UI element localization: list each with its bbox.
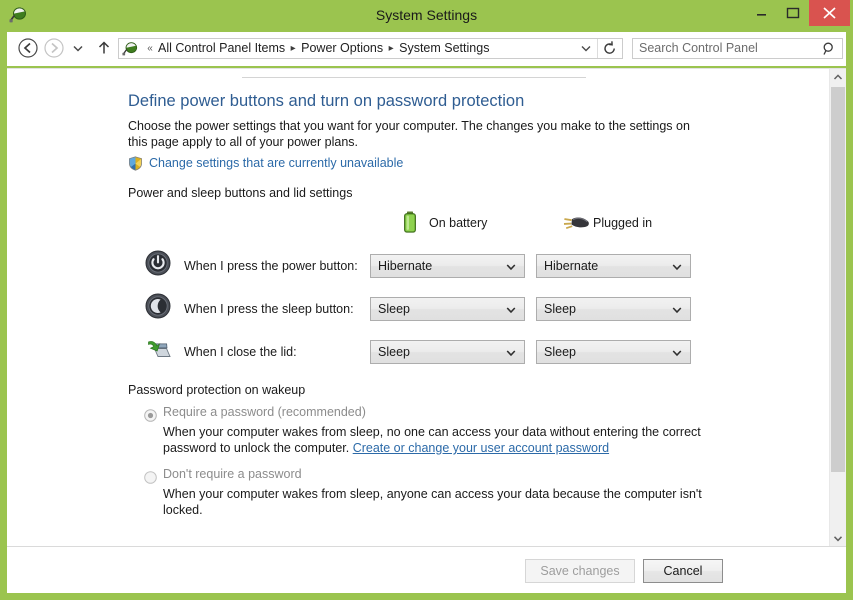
section-header-password-protection: Password protection on wakeup bbox=[128, 383, 306, 397]
section-header-power-sleep-lid: Power and sleep buttons and lid settings bbox=[128, 186, 353, 200]
breadcrumb-separator[interactable]: ▸ bbox=[285, 39, 301, 58]
address-dropdown-button[interactable] bbox=[576, 39, 596, 58]
chevron-down-icon bbox=[671, 303, 683, 315]
refresh-button[interactable] bbox=[597, 39, 622, 58]
sleep-button-icon bbox=[145, 293, 171, 319]
breadcrumb-item-all-control-panel-items[interactable]: All Control Panel Items bbox=[158, 39, 285, 58]
radio-description-dont-require-password: When your computer wakes from sleep, any… bbox=[163, 487, 702, 517]
dropdown-power-button-on-battery[interactable]: Hibernate bbox=[370, 254, 525, 278]
maximize-button[interactable] bbox=[777, 0, 808, 26]
chevron-down-icon bbox=[73, 45, 83, 52]
chevron-down-icon bbox=[671, 260, 683, 272]
breadcrumb-item-system-settings[interactable]: System Settings bbox=[399, 39, 489, 58]
title-bar: System Settings bbox=[0, 0, 853, 30]
chevron-down-icon bbox=[671, 346, 683, 358]
minimize-button[interactable] bbox=[746, 0, 777, 26]
dropdown-value: Sleep bbox=[378, 345, 410, 359]
close-button[interactable] bbox=[809, 0, 850, 26]
chevron-down-icon bbox=[581, 46, 591, 52]
system-settings-window: System Settings « All Control Panel Item… bbox=[0, 0, 853, 600]
breadcrumb: «All Control Panel Items ▸ Power Options ▸ S… bbox=[142, 39, 489, 58]
cancel-button[interactable]: Cancel bbox=[643, 559, 723, 583]
power-options-icon bbox=[122, 41, 138, 57]
window-title: System Settings bbox=[375, 7, 478, 23]
dropdown-sleep-button-on-battery[interactable]: Sleep bbox=[370, 297, 525, 321]
breadcrumb-separator[interactable]: ▸ bbox=[383, 39, 399, 58]
radio-description-require-password: When your computer wakes from sleep, no … bbox=[163, 424, 703, 456]
setting-label-power-button: When I press the power button: bbox=[184, 259, 358, 273]
back-button[interactable] bbox=[16, 36, 40, 60]
intro-text: Choose the power settings that you want … bbox=[128, 119, 690, 149]
dropdown-value: Hibernate bbox=[544, 259, 599, 273]
radio-label-dont-require-password: Don't require a password bbox=[163, 467, 302, 481]
chevron-up-icon bbox=[833, 74, 843, 80]
power-plug-icon bbox=[559, 214, 591, 234]
save-changes-button[interactable]: Save changes bbox=[525, 559, 635, 583]
forward-arrow-icon bbox=[44, 38, 64, 58]
forward-button bbox=[42, 36, 66, 60]
breadcrumb-overflow[interactable]: « bbox=[142, 39, 158, 58]
recent-locations-button[interactable] bbox=[70, 36, 86, 60]
dropdown-value: Hibernate bbox=[378, 259, 433, 273]
up-arrow-icon bbox=[98, 41, 110, 54]
search-input[interactable] bbox=[639, 39, 809, 58]
close-icon bbox=[823, 7, 836, 19]
power-button-icon bbox=[145, 250, 171, 276]
back-arrow-icon bbox=[18, 38, 38, 58]
scrollbar-thumb[interactable] bbox=[831, 87, 845, 472]
footer-bar: Save changes Cancel bbox=[7, 546, 846, 593]
radio-require-password[interactable] bbox=[144, 409, 157, 422]
search-icon[interactable] bbox=[822, 41, 837, 56]
chevron-down-icon bbox=[505, 260, 517, 272]
radio-label-require-password: Require a password (recommended) bbox=[163, 405, 366, 419]
scroll-down-button[interactable] bbox=[830, 530, 846, 546]
setting-label-close-lid: When I close the lid: bbox=[184, 345, 297, 359]
shield-icon bbox=[128, 156, 143, 171]
create-change-password-link[interactable]: Create or change your user account passw… bbox=[353, 441, 609, 455]
page-title: Define power buttons and turn on passwor… bbox=[128, 92, 525, 110]
chevron-down-icon bbox=[505, 346, 517, 358]
maximize-icon bbox=[786, 7, 800, 19]
dropdown-close-lid-on-battery[interactable]: Sleep bbox=[370, 340, 525, 364]
column-header-on-battery: On battery bbox=[429, 216, 488, 230]
up-one-level-button[interactable] bbox=[94, 36, 114, 60]
dropdown-power-button-plugged-in[interactable]: Hibernate bbox=[536, 254, 691, 278]
refresh-icon bbox=[604, 41, 615, 54]
chevron-down-icon bbox=[505, 303, 517, 315]
chevron-down-icon bbox=[833, 536, 843, 542]
setting-label-sleep-button: When I press the sleep button: bbox=[184, 302, 354, 316]
scroll-up-button[interactable] bbox=[830, 69, 846, 86]
change-unavailable-settings-link[interactable]: Change settings that are currently unava… bbox=[149, 155, 403, 172]
battery-icon bbox=[399, 210, 421, 234]
search-box[interactable] bbox=[632, 38, 843, 59]
section-divider bbox=[242, 77, 586, 78]
dropdown-close-lid-plugged-in[interactable]: Sleep bbox=[536, 340, 691, 364]
content-pane: Define power buttons and turn on passwor… bbox=[7, 68, 846, 546]
laptop-lid-icon bbox=[145, 336, 171, 362]
dropdown-value: Sleep bbox=[544, 345, 576, 359]
dropdown-value: Sleep bbox=[378, 302, 410, 316]
minimize-icon bbox=[757, 14, 766, 16]
dropdown-sleep-button-plugged-in[interactable]: Sleep bbox=[536, 297, 691, 321]
vertical-scrollbar[interactable] bbox=[829, 69, 846, 546]
navigation-bar: «All Control Panel Items ▸ Power Options ▸ S… bbox=[7, 32, 846, 66]
radio-dont-require-password[interactable] bbox=[144, 471, 157, 484]
dropdown-value: Sleep bbox=[544, 302, 576, 316]
column-header-plugged-in: Plugged in bbox=[593, 216, 653, 230]
breadcrumb-item-power-options[interactable]: Power Options bbox=[301, 39, 383, 58]
address-bar[interactable]: «All Control Panel Items ▸ Power Options ▸ S… bbox=[118, 38, 623, 59]
